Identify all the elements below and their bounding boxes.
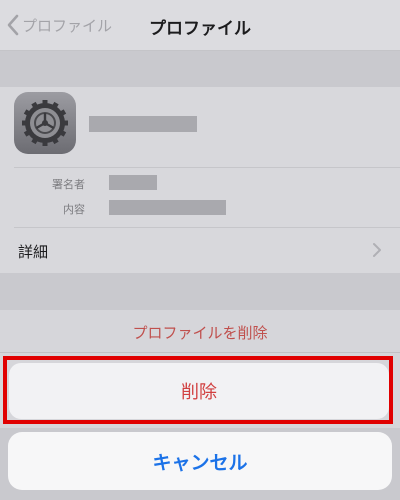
chevron-right-icon [373,243,381,257]
profile-name-redacted [89,116,197,132]
divider [14,227,400,228]
navigation-bar: プロファイル プロファイル [0,0,400,51]
signer-value-redacted [109,175,157,190]
contents-label: 内容 [63,203,85,216]
section-gap [0,51,400,87]
contents-value-redacted [109,200,226,215]
details-row[interactable]: 詳細 [18,241,48,262]
divider [0,352,400,353]
signer-label: 署名者 [52,178,85,191]
page-title: プロファイル [149,19,251,39]
cancel-button[interactable]: キャンセル [8,432,392,490]
delete-button-highlight [3,356,393,424]
settings-gear-icon [14,92,76,154]
section-gap [0,274,400,310]
action-sheet-title: プロファイルを削除 [132,324,268,342]
divider [14,167,400,168]
